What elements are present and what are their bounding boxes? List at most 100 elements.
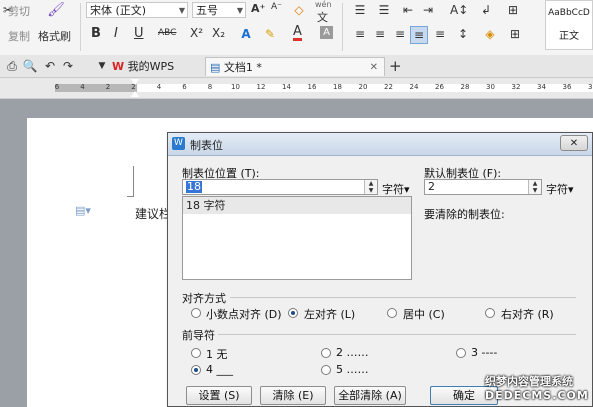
leader-middle-dots-radio[interactable] [321,365,331,375]
site-watermark: 织梦内容管理系统 DEDECMS.COM [485,373,593,407]
leader-dots-radio[interactable] [321,348,331,358]
align-center-icon[interactable]: ≡ [372,26,388,42]
underline-button[interactable]: U [134,26,144,41]
superscript-button[interactable]: X² [190,26,203,40]
decrease-indent-icon[interactable]: ⇤ [400,2,416,18]
ruler-tick-label: 34 [537,83,546,91]
set-button[interactable]: 设置 (S) [186,386,252,405]
font-name-select[interactable]: 宋体 (正文) ▼ [86,2,188,18]
close-icon[interactable]: ✕ [370,58,378,77]
copy-button[interactable]: 复制 [8,28,30,44]
spin-buttons[interactable]: ▲ ▼ [364,180,377,194]
line-spacing-icon[interactable]: ↕ [455,26,471,42]
italic-button[interactable]: I [114,26,118,41]
shading-icon[interactable]: ◈ [482,26,498,42]
format-painter-icon[interactable]: 🖌 [46,2,66,18]
leader-none-label[interactable]: 1 无 [206,346,228,362]
highlight-icon[interactable]: ✎ [262,26,278,42]
font-size-select[interactable]: 五号 ▼ [192,2,246,18]
leader-middle-dots-label[interactable]: 5 …… [336,363,369,376]
style-preview-text: AaBbCcD [548,8,590,18]
watermark-line2: DEDECMS.COM [485,389,589,402]
tab-position-unit-select[interactable]: 字符▾ [382,181,410,197]
ruler-tick-label: 4 [80,83,85,91]
list-item[interactable]: 18 字符 [183,197,411,214]
close-icon[interactable]: ✕ [560,135,588,151]
divider [342,3,343,51]
ruler-tick-label: 2 [105,83,111,91]
align-right-icon[interactable]: ≡ [392,26,408,42]
default-tab-input[interactable]: 2 ▲ ▼ [424,179,542,195]
watermark-line1: 织梦内容管理系统 [485,375,573,388]
strikethrough-button[interactable]: ABC [158,28,176,38]
align-left-label[interactable]: 左对齐 (L) [304,306,355,322]
cut-button[interactable]: 剪切 [8,3,30,19]
numbered-list-icon[interactable]: ☰ [376,2,392,18]
align-justify-icon[interactable]: ≡ [410,26,428,44]
tab-my-wps[interactable]: W 我的WPS [112,57,202,76]
grow-font-button[interactable]: A⁺ [251,2,265,15]
print-preview-icon[interactable]: 🔍 [22,58,38,74]
ruler-tick-label: 32 [511,83,521,91]
borders-icon[interactable]: ⊞ [507,26,523,42]
align-left-radio[interactable] [288,308,298,318]
style-gallery-normal[interactable]: AaBbCcD 正文 [545,0,593,50]
leader-underline-radio[interactable] [191,365,201,375]
font-color-button[interactable]: A [293,25,302,41]
new-tab-button[interactable]: + [389,57,402,75]
align-left-icon[interactable]: ≡ [352,26,368,42]
ruler-tick-label: 38 [588,83,593,91]
ruler-tick-label: 6 [182,83,187,91]
horizontal-ruler[interactable]: 6422468101214161820222426283032343638 [0,78,593,99]
ruler-tick-label: 8 [207,83,213,91]
ruler-tick-label: 4 [156,83,162,91]
tab-stop-list[interactable]: 18 字符 [182,196,412,280]
align-center-radio[interactable] [387,308,397,318]
spin-buttons[interactable]: ▲ ▼ [528,180,541,194]
document-body-text[interactable]: 建议栏 [135,205,171,222]
print-icon[interactable]: ⎙ [4,58,20,74]
tabs-to-clear-label: 要清除的制表位: [424,208,505,221]
leader-dots-label[interactable]: 2 …… [336,346,369,359]
sort-icon[interactable]: A↕ [450,2,468,18]
show-marks-icon[interactable]: ↲ [478,2,494,18]
tab-document1[interactable]: ▤ 文档1 * ✕ [205,57,385,76]
tab-position-input[interactable]: 18 ▲ ▼ [182,179,378,195]
default-tab-unit-select[interactable]: 字符▾ [546,181,574,197]
dialog-title-bar[interactable]: W 制表位 ✕ [168,133,592,156]
quick-access-dropdown-icon[interactable]: ▼ [94,58,110,74]
align-decimal-label[interactable]: 小数点对齐 (D) [206,306,282,322]
indent-marker[interactable] [131,78,139,98]
clear-button[interactable]: 清除 (E) [260,386,326,405]
document-icon: ▤ [210,61,221,74]
leader-underline-label[interactable]: 4 ___ [206,363,233,376]
char-shading-icon[interactable]: A [320,26,333,39]
clear-format-icon[interactable]: ◇ [291,2,307,18]
leader-none-radio[interactable] [191,348,201,358]
bullet-list-icon[interactable]: ☰ [352,2,368,18]
align-decimal-radio[interactable] [191,308,201,318]
undo-icon[interactable]: ↶ [42,58,58,74]
distributed-align-icon[interactable]: ≡ [432,26,448,42]
phonetic-pinyin[interactable]: wén [315,0,332,9]
phonetic-guide-button[interactable]: 文 [317,9,328,25]
subscript-button[interactable]: X₂ [212,26,225,40]
font-name-value: 宋体 (正文) [90,4,147,17]
leader-dashes-radio[interactable] [456,348,466,358]
align-right-label[interactable]: 右对齐 (R) [501,306,554,322]
align-center-label[interactable]: 居中 (C) [403,306,445,322]
format-painter-button[interactable]: 格式刷 [38,28,71,44]
table-icon[interactable]: ⊞ [505,2,521,18]
increase-indent-icon[interactable]: ⇥ [420,2,436,18]
ruler-tick-label: 26 [435,83,444,91]
leader-dashes-label[interactable]: 3 ---- [471,346,497,359]
tab-position-value: 18 [186,180,202,193]
divider [80,3,81,51]
text-effect-icon[interactable]: A [238,26,254,42]
clear-all-button[interactable]: 全部清除 (A) [334,386,406,405]
paragraph-handle-icon[interactable]: ▤▾ [75,204,91,217]
redo-icon[interactable]: ↷ [60,58,76,74]
shrink-font-button[interactable]: A⁻ [271,2,282,12]
align-right-radio[interactable] [485,308,495,318]
bold-button[interactable]: B [91,26,101,41]
